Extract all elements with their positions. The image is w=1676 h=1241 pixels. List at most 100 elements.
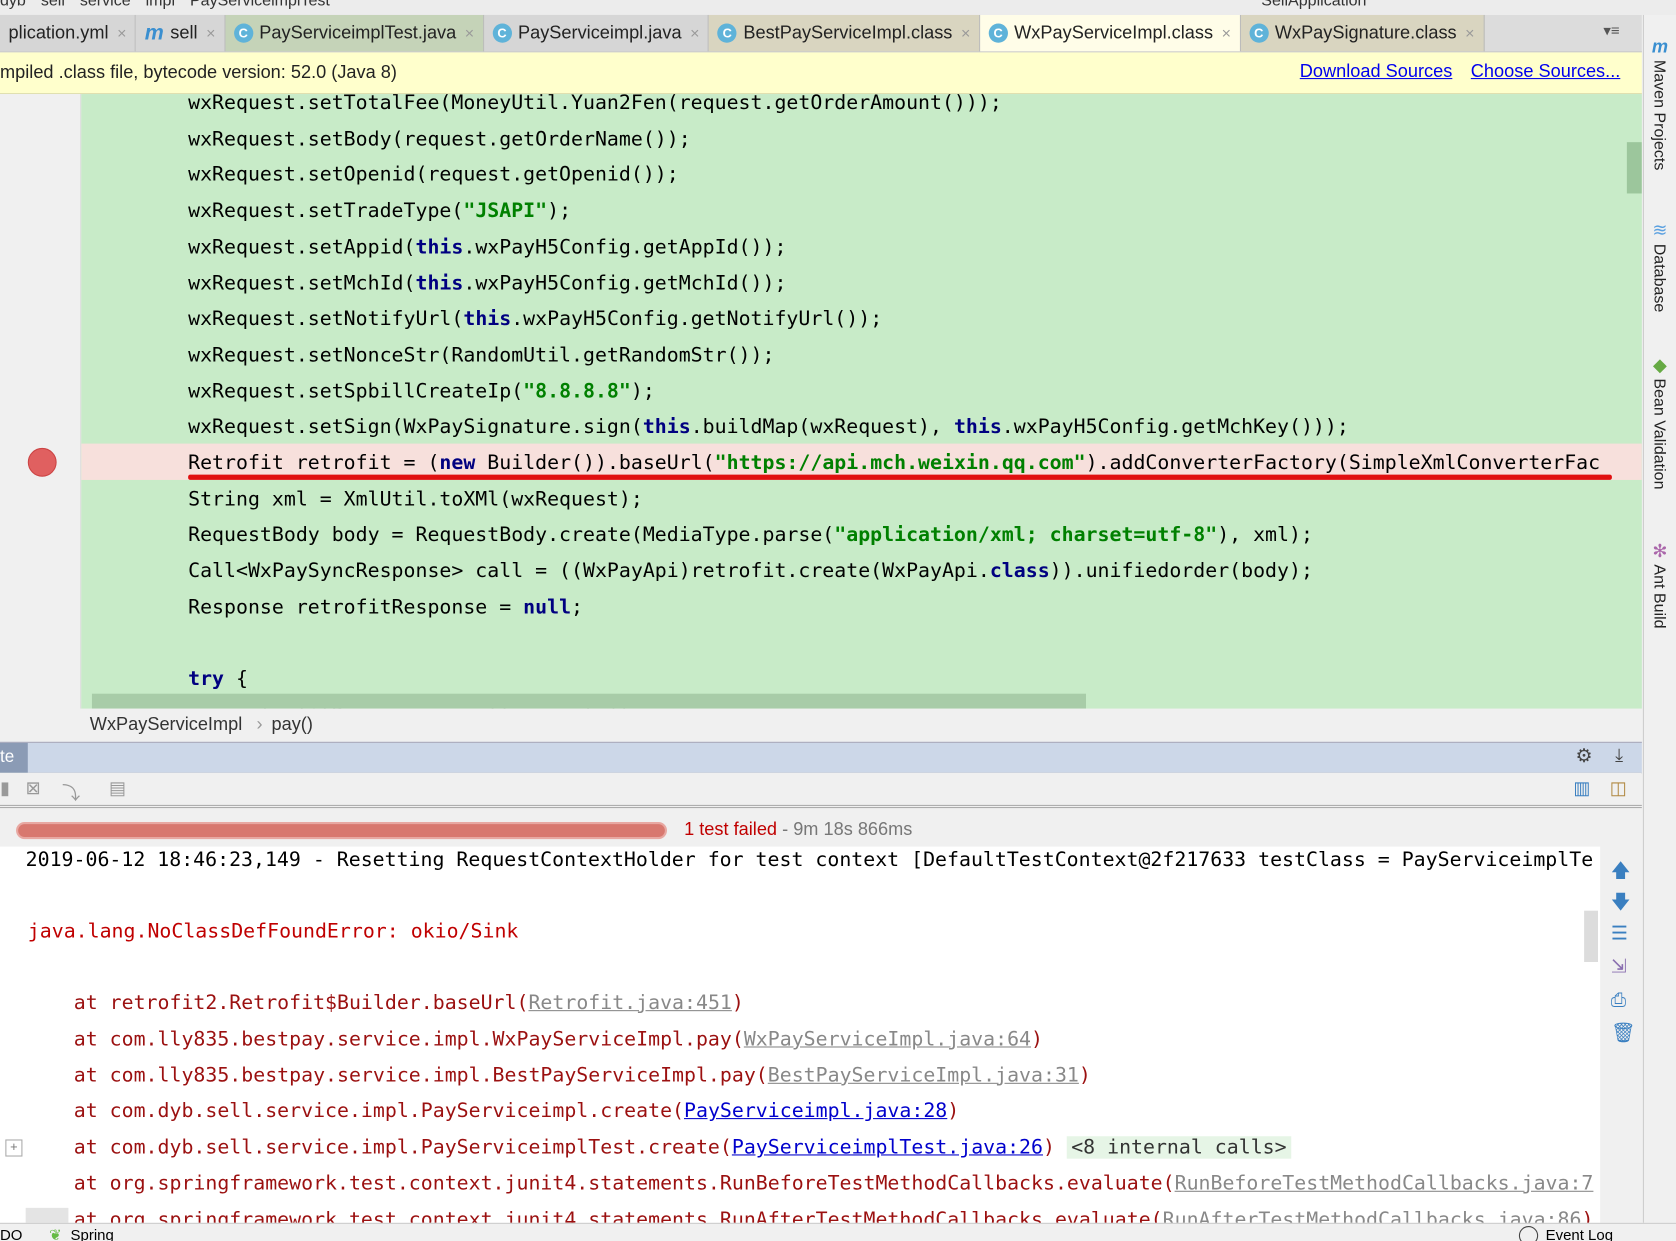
run-tab[interactable]: te <box>0 742 28 773</box>
keyword: class <box>989 560 1050 583</box>
nav-crumb[interactable]: impl <box>146 0 175 10</box>
maven-icon: m <box>144 20 164 45</box>
frame-text: at org.springframework.test.context.juni… <box>73 1172 1175 1196</box>
code-line: wxRequest.setSign(WxPaySignature.sign(th… <box>188 416 1349 438</box>
close-tab-icon[interactable]: × <box>690 24 699 42</box>
tab-label: plication.yml <box>8 22 109 43</box>
stack-frame: at com.dyb.sell.service.impl.PayServicei… <box>73 1136 1291 1159</box>
console-scrollbar[interactable] <box>1584 910 1599 963</box>
gear-icon[interactable]: ⚙ <box>1576 745 1593 767</box>
bean-validation-button[interactable]: Bean Validation <box>1650 378 1668 489</box>
banner-message: mpiled .class file, bytecode version: 52… <box>0 61 397 83</box>
stop-icon[interactable]: ⊠ <box>26 778 41 799</box>
expand-icon[interactable]: + <box>5 1139 23 1157</box>
code-token: Response retrofitResponse = <box>188 596 524 619</box>
class-file-icon: C <box>492 23 512 43</box>
download-sources-link[interactable]: Download Sources <box>1300 61 1453 82</box>
frame-tail: ) <box>1031 1028 1043 1051</box>
tab-label: WxPayServiceImpl.class <box>1014 22 1214 43</box>
code-line: wxRequest.setNotifyUrl(this.wxPayH5Confi… <box>188 308 882 330</box>
keyword: this <box>953 416 1002 439</box>
frame-tail: ) <box>947 1100 960 1123</box>
test-toolbar: ▮ ⊠ ⤵ ▤ ▥ ◫ <box>0 772 1642 809</box>
import-tests-icon[interactable]: ▥ <box>1573 778 1590 799</box>
ant-build-button[interactable]: Ant Build <box>1650 564 1668 628</box>
maven-icon: m <box>1651 36 1669 57</box>
layout-icon[interactable]: ▤ <box>109 778 126 799</box>
editor-tab[interactable]: C PayServiceimplTest.java × <box>225 14 484 52</box>
frame-source-link[interactable]: PayServiceimplTest.java:26 <box>732 1136 1043 1158</box>
choose-sources-link[interactable]: Choose Sources... <box>1471 61 1620 82</box>
event-log-icon <box>1518 1226 1539 1241</box>
todo-button[interactable]: DO <box>0 1226 22 1241</box>
clear-trash-icon[interactable]: 🗑 <box>1611 1022 1635 1044</box>
internal-calls-fold[interactable]: <8 internal calls> <box>1066 1136 1291 1159</box>
nav-crumb[interactable]: sell <box>41 0 65 10</box>
editor-tab[interactable]: C WxPaySignature.class × <box>1240 14 1485 52</box>
frame-text: at com.dyb.sell.service.impl.PayServicei… <box>73 1136 732 1159</box>
editor-tab[interactable]: C PayServiceimpl.java × <box>483 14 710 52</box>
editor-gutter[interactable] <box>0 94 82 709</box>
tab-list-menu-icon[interactable]: ▾≡ <box>1603 21 1619 39</box>
tab-label: PayServiceimpl.java <box>517 22 682 43</box>
nav-crumb[interactable]: service <box>80 0 131 10</box>
frame-source-link[interactable]: BestPayServiceImpl.java:31 <box>768 1064 1079 1086</box>
navigation-bar: dyb sell service impl PayServiceimplTest Sell… <box>0 0 1676 15</box>
maven-projects-button[interactable]: Maven Projects <box>1650 60 1668 170</box>
close-tab-icon[interactable]: × <box>206 24 215 42</box>
vertical-scrollbar-marker[interactable] <box>1626 142 1642 194</box>
failed-count: 1 test failed <box>684 818 778 840</box>
keyword: null <box>523 596 572 619</box>
close-tab-icon[interactable]: × <box>117 24 126 42</box>
print-icon[interactable]: ⎙ <box>1611 989 1626 1011</box>
rerun-icon[interactable]: ▮ <box>0 778 10 799</box>
stack-frame: at retrofit2.Retrofit$Builder.baseUrl(Re… <box>74 992 744 1014</box>
frame-source-link[interactable]: Retrofit.java:451 <box>528 992 731 1014</box>
code-editor[interactable]: wxRequest.setTotalFee(MoneyUtil.Yuan2Fen… <box>81 94 1642 709</box>
code-token: ; <box>571 596 584 619</box>
up-arrow-icon[interactable]: 🡅 <box>1611 857 1631 889</box>
close-tab-icon[interactable]: × <box>1465 24 1474 42</box>
frame-source-link[interactable]: PayServiceimpl.java:28 <box>684 1100 947 1122</box>
run-config-select[interactable]: SellApplication <box>1261 0 1366 10</box>
editor-tab[interactable]: C WxPayServiceImpl.class × <box>979 14 1241 52</box>
code-token: .wxPayH5Config.getMchKey())); <box>1001 416 1349 439</box>
editor-tab[interactable]: m sell × <box>136 14 226 52</box>
code-token: RequestBody body = RequestBody.create(Me… <box>188 524 835 547</box>
nav-crumb[interactable]: PayServiceimplTest <box>190 0 330 10</box>
spring-button[interactable]: Spring <box>71 1226 114 1241</box>
console-output[interactable]: 2019-06-12 18:46:23,149 - Resetting Requ… <box>0 846 1601 1223</box>
code-token: )).unifiedorder(body); <box>1049 560 1313 583</box>
code-token: .wxPayH5Config.getNotifyUrl()); <box>511 308 883 331</box>
close-tab-icon[interactable]: × <box>1222 24 1231 42</box>
breadcrumb-method[interactable]: pay() <box>272 714 313 735</box>
breakpoint-icon[interactable] <box>27 447 57 477</box>
nav-crumb[interactable]: dyb <box>0 0 26 10</box>
editor-tabs: plication.yml × m sell × C PayServiceimplTest.… <box>0 14 1642 53</box>
frame-source-link[interactable]: RunBeforeTestMethodCallbacks.java:7 <box>1175 1173 1594 1195</box>
code-line: wxRequest.setNonceStr(RandomUtil.getRand… <box>188 344 774 366</box>
close-tab-icon[interactable]: × <box>961 24 970 42</box>
breadcrumb-class[interactable]: WxPayServiceImpl <box>90 714 242 735</box>
code-token: ).addConverterFactory(SimpleXmlConverter… <box>1085 452 1601 475</box>
console-error-line: java.lang.NoClassDefFoundError: okio/Sin… <box>27 920 519 943</box>
scroll-to-end-icon[interactable]: ⇲ <box>1611 956 1627 978</box>
database-button[interactable]: Database <box>1650 244 1668 313</box>
event-log-button[interactable]: Event Log <box>1546 1226 1613 1241</box>
frame-source-link[interactable]: RunAfterTestMethodCallbacks.java:86 <box>1163 1209 1582 1223</box>
code-line: wxRequest.setSpbillCreateIp("8.8.8.8"); <box>188 380 655 402</box>
close-tab-icon[interactable]: × <box>465 24 474 42</box>
ant-icon: ✻ <box>1652 540 1668 562</box>
editor-tab[interactable]: plication.yml × <box>0 14 137 52</box>
frame-source-link[interactable]: WxPayServiceImpl.java:64 <box>744 1028 1031 1050</box>
stack-frame: at com.dyb.sell.service.impl.PayServicei… <box>74 1100 959 1122</box>
editor-tab[interactable]: C BestPayServiceImpl.class × <box>709 14 980 52</box>
history-icon[interactable]: ◫ <box>1610 778 1627 799</box>
export-icon[interactable]: ⤵ <box>62 778 80 805</box>
horizontal-scrollbar[interactable] <box>91 693 1087 709</box>
hide-panel-icon[interactable]: ⤓ <box>1615 745 1623 766</box>
soft-wrap-icon[interactable]: ☰ <box>1611 922 1628 944</box>
class-file-icon: C <box>717 23 737 43</box>
red-underline-annotation <box>188 474 1612 480</box>
down-arrow-icon[interactable]: 🡇 <box>1611 889 1631 921</box>
